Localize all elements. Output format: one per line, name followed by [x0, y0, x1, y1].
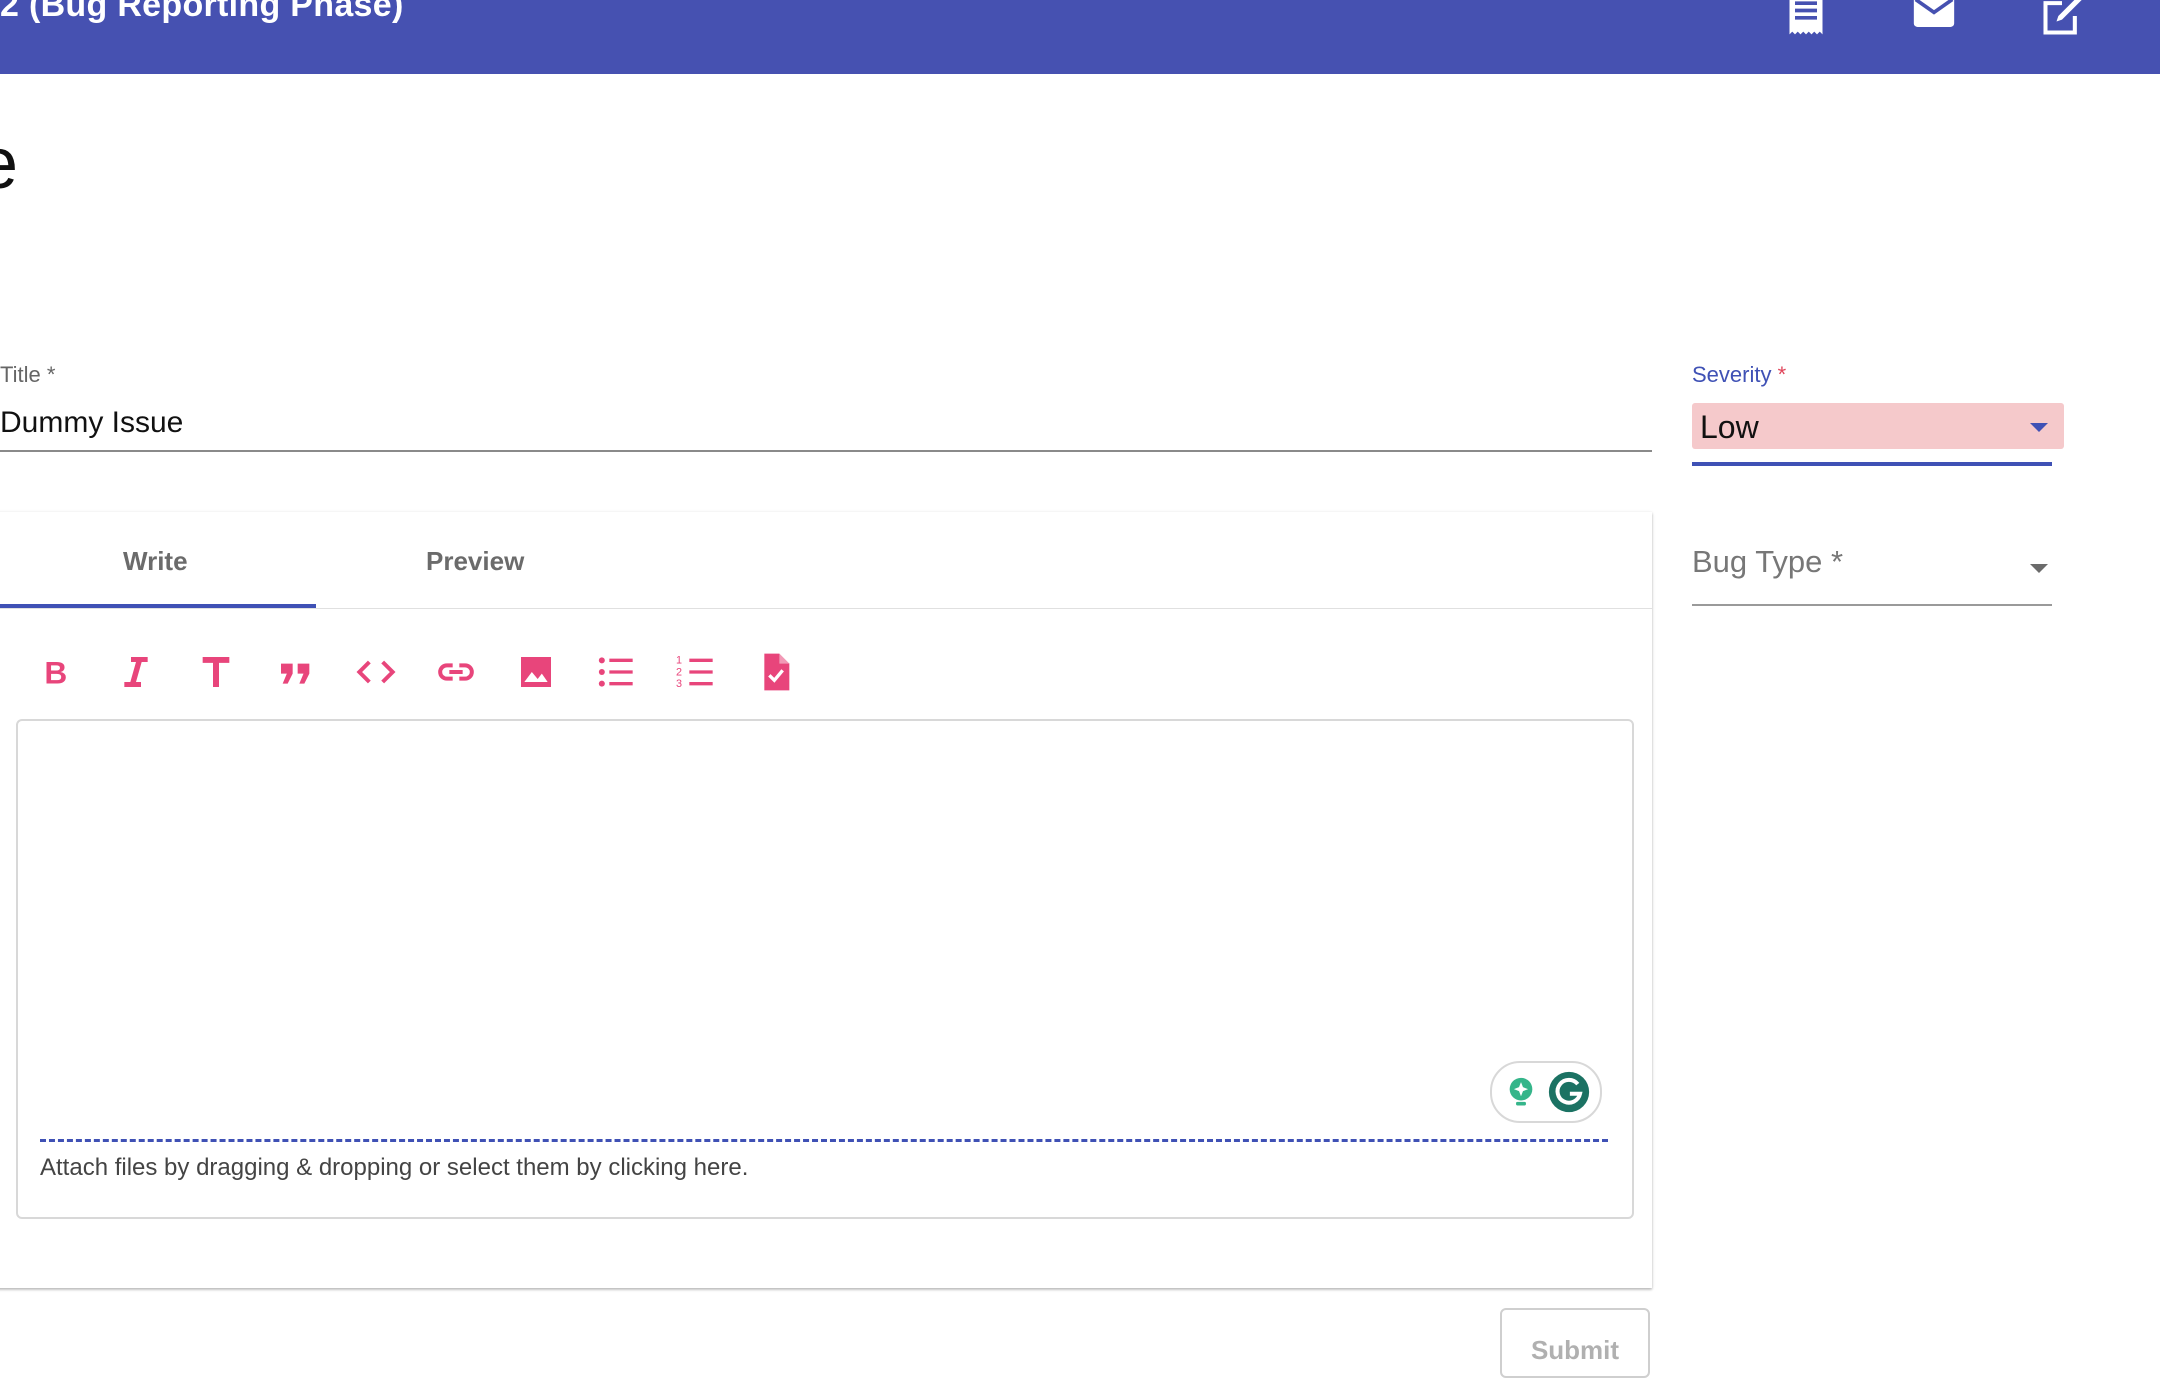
svg-text:B: B — [44, 655, 67, 691]
grammarly-icon[interactable] — [1548, 1071, 1590, 1113]
heading-icon[interactable] — [192, 648, 240, 696]
numbered-list-icon[interactable]: 123 — [672, 648, 720, 696]
chevron-down-icon[interactable] — [2030, 564, 2048, 573]
italic-icon[interactable] — [112, 648, 160, 696]
edit-icon[interactable] — [2040, 0, 2084, 38]
bulleted-list-icon[interactable] — [592, 648, 640, 696]
description-textarea[interactable] — [16, 719, 1634, 1219]
bold-icon[interactable]: B — [32, 648, 80, 696]
attachment-dropzone-border — [40, 1139, 1608, 1142]
bug-type-underline — [1692, 604, 2052, 606]
code-icon[interactable] — [352, 648, 400, 696]
required-asterisk: * — [1777, 362, 1787, 387]
image-icon[interactable] — [512, 648, 560, 696]
svg-text:3: 3 — [676, 678, 682, 690]
page-title: 2 (Bug Reporting Phase) — [0, 0, 404, 24]
severity-underline — [1692, 462, 2052, 466]
submit-button[interactable]: Submit — [1500, 1308, 1650, 1378]
app-header: 2 (Bug Reporting Phase) — [0, 0, 2160, 74]
quote-icon[interactable] — [272, 648, 320, 696]
attach-files-text[interactable]: Attach files by dragging & dropping or s… — [40, 1154, 748, 1182]
severity-select[interactable]: Low — [1692, 403, 2064, 449]
svg-text:1: 1 — [676, 655, 682, 667]
receipt-icon[interactable] — [1784, 0, 1828, 38]
severity-label: Severity * — [1692, 362, 1786, 388]
link-icon[interactable] — [432, 648, 480, 696]
severity-value: Low — [1700, 409, 1759, 445]
title-input[interactable] — [0, 396, 1652, 452]
svg-text:2: 2 — [676, 666, 682, 678]
grammarly-widget[interactable] — [1490, 1061, 1602, 1123]
chevron-down-icon — [2030, 423, 2048, 432]
title-label: Title * — [0, 362, 56, 387]
task-list-icon[interactable] — [752, 648, 800, 696]
lightbulb-icon[interactable] — [1504, 1073, 1538, 1111]
mail-icon[interactable] — [1912, 0, 1956, 38]
severity-label-text: Severity — [1692, 362, 1772, 387]
page-heading: e — [0, 128, 18, 200]
tab-preview[interactable]: Preview — [426, 546, 524, 577]
tab-write[interactable]: Write — [123, 546, 188, 577]
bug-type-label[interactable]: Bug Type * — [1692, 544, 1843, 580]
tabs-divider — [0, 608, 1652, 609]
